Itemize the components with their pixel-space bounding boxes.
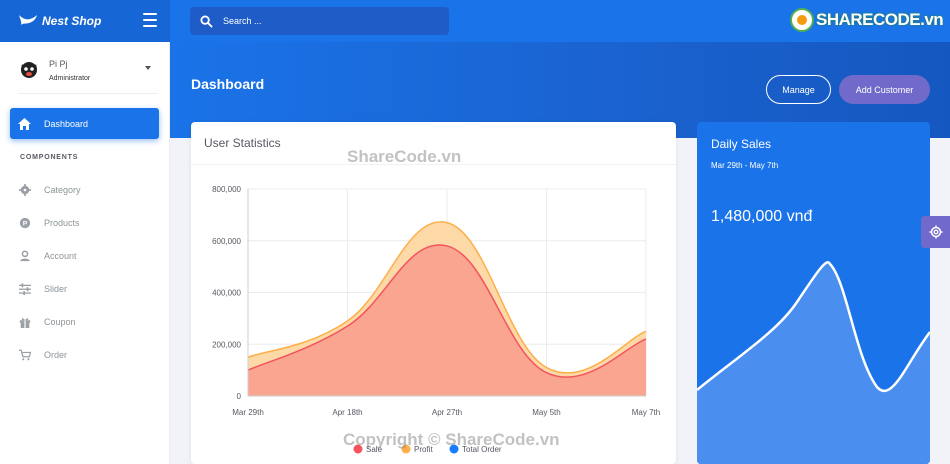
sharecode-logo: SHARECODE.vn (790, 8, 944, 32)
y-tick-label: 200,000 (212, 340, 241, 349)
sidebar-item-category[interactable]: Category (18, 180, 158, 200)
sidebar-item-label: Order (44, 350, 68, 360)
sidebar: Pi Pj Administrator Dashboard COMPONENTS… (0, 42, 170, 464)
section-title: COMPONENTS (20, 154, 79, 161)
date-range: Mar 29th - May 7th (711, 161, 779, 170)
user-name: Pi Pj (49, 59, 68, 69)
settings-cog-icon (18, 183, 32, 197)
sidebar-item-label: Coupon (44, 317, 76, 327)
gear-icon (929, 225, 942, 239)
divider (18, 93, 158, 94)
sidebar-item-label: Slider (44, 284, 68, 294)
user-statistics-card: User Statistics 0 200,000 400,000 600,000 80… (191, 122, 676, 464)
y-tick-label: 0 (237, 392, 242, 401)
x-tick-label: May 5th (532, 408, 560, 417)
user-icon (18, 249, 32, 263)
caret-down-icon[interactable] (145, 66, 151, 70)
sliders-icon (18, 282, 32, 296)
x-tick-label: Apr 18th (332, 408, 362, 417)
bird-logo-icon (19, 15, 37, 25)
sidebar-item-label: Products (44, 218, 80, 228)
sales-amount: 1,480,000 vnđ (711, 208, 813, 225)
card-title: Daily Sales (711, 137, 772, 151)
sidebar-item-order[interactable]: Order (18, 345, 158, 365)
sidebar-item-label: Dashboard (44, 118, 89, 129)
sidebar-item-coupon[interactable]: Coupon (18, 312, 158, 332)
avatar (21, 62, 37, 78)
sidebar-item-dashboard[interactable]: Dashboard (10, 108, 159, 139)
page-title: Dashboard (191, 76, 265, 92)
brand-name: Nest Shop (42, 14, 102, 28)
search-icon[interactable] (200, 14, 213, 28)
home-icon (18, 117, 31, 130)
legend-swatch (449, 444, 459, 454)
x-tick-label: Mar 29th (232, 408, 264, 417)
user-role: Administrator (49, 75, 91, 82)
svg-text:P: P (23, 221, 28, 228)
menu-toggle-icon[interactable] (143, 13, 157, 27)
sidebar-item-products[interactable]: P Products (18, 213, 158, 233)
user-statistics-chart: 0 200,000 400,000 600,000 800,000 Mar 29th Apr… (212, 185, 660, 454)
sharecode-logo-icon (790, 8, 814, 32)
legend-label: Profit (414, 445, 433, 454)
y-tick-label: 600,000 (212, 237, 241, 246)
top-navbar: Nest Shop SHARECODE.vn (0, 0, 950, 42)
y-tick-label: 400,000 (212, 289, 241, 298)
gift-icon (18, 315, 32, 329)
sharecode-logo-text: SHARECODE.vn (816, 10, 944, 29)
search-input[interactable] (223, 16, 423, 26)
daily-sales-card: Daily Sales Mar 29th - May 7th 1,480,000… (697, 122, 930, 464)
legend-label: Sale (366, 445, 383, 454)
legend-swatch (353, 444, 363, 454)
user-profile[interactable]: Pi Pj Administrator (18, 56, 158, 96)
settings-toggle[interactable] (921, 216, 950, 248)
x-tick-label: May 7th (632, 408, 660, 417)
y-tick-label: 800,000 (212, 185, 241, 194)
x-tick-label: Apr 27th (432, 408, 462, 417)
sidebar-item-account[interactable]: Account (18, 246, 158, 266)
cart-icon (18, 348, 32, 362)
daily-sales-sparkline (697, 261, 930, 464)
manage-button[interactable]: Manage (766, 75, 831, 104)
sidebar-item-slider[interactable]: Slider (18, 279, 158, 299)
legend-label: Total Order (462, 445, 502, 454)
add-customer-button[interactable]: Add Customer (839, 75, 930, 104)
search-bar (190, 7, 449, 35)
sidebar-item-label: Account (44, 251, 77, 261)
legend-swatch (401, 444, 411, 454)
sidebar-item-label: Category (44, 185, 81, 195)
p-circle-icon: P (18, 216, 32, 230)
